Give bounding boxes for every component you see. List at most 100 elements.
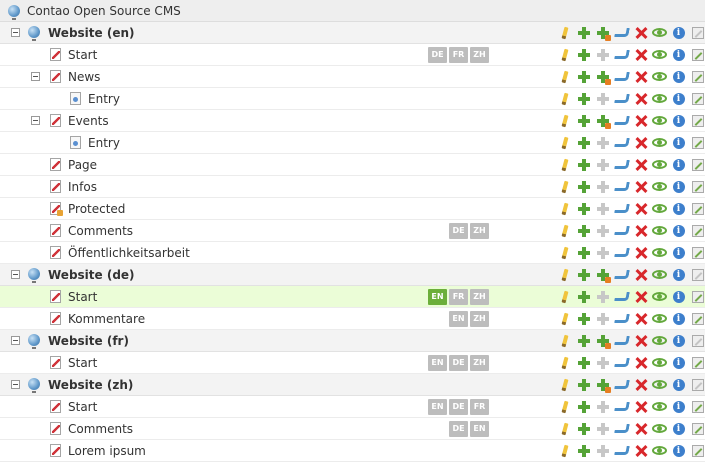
preview-button[interactable] bbox=[650, 311, 669, 327]
preview-button[interactable] bbox=[650, 201, 669, 217]
info-button[interactable]: i bbox=[669, 421, 688, 437]
delete-button[interactable] bbox=[631, 47, 650, 63]
language-link-zh[interactable]: ZH bbox=[470, 47, 489, 63]
preview-button[interactable] bbox=[650, 355, 669, 371]
delete-button[interactable] bbox=[631, 113, 650, 129]
language-link-de[interactable]: DE bbox=[428, 47, 447, 63]
page-title[interactable]: Events bbox=[68, 114, 109, 128]
copy-with-children-button[interactable] bbox=[593, 289, 612, 305]
delete-button[interactable] bbox=[631, 135, 650, 151]
entry-row[interactable]: Entry i bbox=[0, 132, 705, 154]
page-row[interactable]: Page i bbox=[0, 154, 705, 176]
edit-header-button[interactable] bbox=[688, 135, 705, 151]
preview-button[interactable] bbox=[650, 157, 669, 173]
edit-button[interactable] bbox=[555, 377, 574, 393]
preview-button[interactable] bbox=[650, 223, 669, 239]
copy-button[interactable] bbox=[574, 113, 593, 129]
language-link-zh[interactable]: ZH bbox=[470, 355, 489, 371]
language-link-en[interactable]: EN bbox=[449, 311, 468, 327]
edit-button[interactable] bbox=[555, 355, 574, 371]
preview-button[interactable] bbox=[650, 135, 669, 151]
edit-header-button[interactable] bbox=[688, 443, 705, 459]
info-button[interactable]: i bbox=[669, 69, 688, 85]
edit-header-button[interactable] bbox=[688, 157, 705, 173]
cut-move-button[interactable] bbox=[612, 443, 631, 459]
copy-with-children-button[interactable] bbox=[593, 267, 612, 283]
page-row[interactable]: Start EN DE FR i bbox=[0, 396, 705, 418]
delete-button[interactable] bbox=[631, 179, 650, 195]
edit-header-button[interactable] bbox=[688, 333, 705, 349]
copy-button[interactable] bbox=[574, 377, 593, 393]
edit-button[interactable] bbox=[555, 47, 574, 63]
cut-move-button[interactable] bbox=[612, 223, 631, 239]
page-title[interactable]: Infos bbox=[68, 180, 97, 194]
page-title[interactable]: Start bbox=[68, 48, 97, 62]
page-row[interactable]: Öffentlichkeitsarbeit i bbox=[0, 242, 705, 264]
page-row[interactable]: Start EN FR ZH i bbox=[0, 286, 705, 308]
preview-button[interactable] bbox=[650, 113, 669, 129]
info-button[interactable]: i bbox=[669, 47, 688, 63]
page-row[interactable]: Kommentare EN ZH i bbox=[0, 308, 705, 330]
page-title[interactable]: Start bbox=[68, 400, 97, 414]
delete-button[interactable] bbox=[631, 223, 650, 239]
delete-button[interactable] bbox=[631, 245, 650, 261]
page-title[interactable]: Page bbox=[68, 158, 97, 172]
copy-button[interactable] bbox=[574, 443, 593, 459]
page-row[interactable]: Start DE FR ZH i bbox=[0, 44, 705, 66]
edit-header-button[interactable] bbox=[688, 113, 705, 129]
page-title[interactable]: Entry bbox=[88, 92, 120, 106]
cut-move-button[interactable] bbox=[612, 311, 631, 327]
edit-header-button[interactable] bbox=[688, 289, 705, 305]
page-row[interactable]: Events i bbox=[0, 110, 705, 132]
site-title[interactable]: Website (fr) bbox=[48, 334, 129, 348]
info-button[interactable]: i bbox=[669, 25, 688, 41]
delete-button[interactable] bbox=[631, 201, 650, 217]
copy-with-children-button[interactable] bbox=[593, 91, 612, 107]
copy-with-children-button[interactable] bbox=[593, 421, 612, 437]
collapse-toggle-icon[interactable] bbox=[11, 28, 20, 37]
collapse-toggle-icon[interactable] bbox=[11, 270, 20, 279]
page-row[interactable]: Lorem ipsum i bbox=[0, 440, 705, 462]
delete-button[interactable] bbox=[631, 311, 650, 327]
cut-move-button[interactable] bbox=[612, 333, 631, 349]
copy-button[interactable] bbox=[574, 223, 593, 239]
edit-button[interactable] bbox=[555, 311, 574, 327]
language-link-zh[interactable]: ZH bbox=[470, 311, 489, 327]
edit-button[interactable] bbox=[555, 223, 574, 239]
collapse-toggle-icon[interactable] bbox=[11, 380, 20, 389]
preview-button[interactable] bbox=[650, 377, 669, 393]
edit-button[interactable] bbox=[555, 201, 574, 217]
copy-with-children-button[interactable] bbox=[593, 355, 612, 371]
copy-with-children-button[interactable] bbox=[593, 377, 612, 393]
cut-move-button[interactable] bbox=[612, 25, 631, 41]
copy-button[interactable] bbox=[574, 25, 593, 41]
delete-button[interactable] bbox=[631, 355, 650, 371]
cut-move-button[interactable] bbox=[612, 69, 631, 85]
copy-button[interactable] bbox=[574, 157, 593, 173]
copy-with-children-button[interactable] bbox=[593, 69, 612, 85]
copy-button[interactable] bbox=[574, 135, 593, 151]
copy-with-children-button[interactable] bbox=[593, 443, 612, 459]
page-row[interactable]: Protected i bbox=[0, 198, 705, 220]
delete-button[interactable] bbox=[631, 157, 650, 173]
info-button[interactable]: i bbox=[669, 267, 688, 283]
copy-with-children-button[interactable] bbox=[593, 179, 612, 195]
copy-button[interactable] bbox=[574, 69, 593, 85]
info-button[interactable]: i bbox=[669, 355, 688, 371]
language-link-de[interactable]: DE bbox=[449, 355, 468, 371]
preview-button[interactable] bbox=[650, 47, 669, 63]
language-link-fr[interactable]: FR bbox=[449, 289, 468, 305]
copy-button[interactable] bbox=[574, 179, 593, 195]
delete-button[interactable] bbox=[631, 377, 650, 393]
copy-with-children-button[interactable] bbox=[593, 311, 612, 327]
copy-with-children-button[interactable] bbox=[593, 157, 612, 173]
page-title[interactable]: Entry bbox=[88, 136, 120, 150]
preview-button[interactable] bbox=[650, 421, 669, 437]
delete-button[interactable] bbox=[631, 69, 650, 85]
language-link-de[interactable]: DE bbox=[449, 399, 468, 415]
cut-move-button[interactable] bbox=[612, 421, 631, 437]
copy-button[interactable] bbox=[574, 91, 593, 107]
page-title[interactable]: Protected bbox=[68, 202, 125, 216]
copy-button[interactable] bbox=[574, 355, 593, 371]
preview-button[interactable] bbox=[650, 69, 669, 85]
